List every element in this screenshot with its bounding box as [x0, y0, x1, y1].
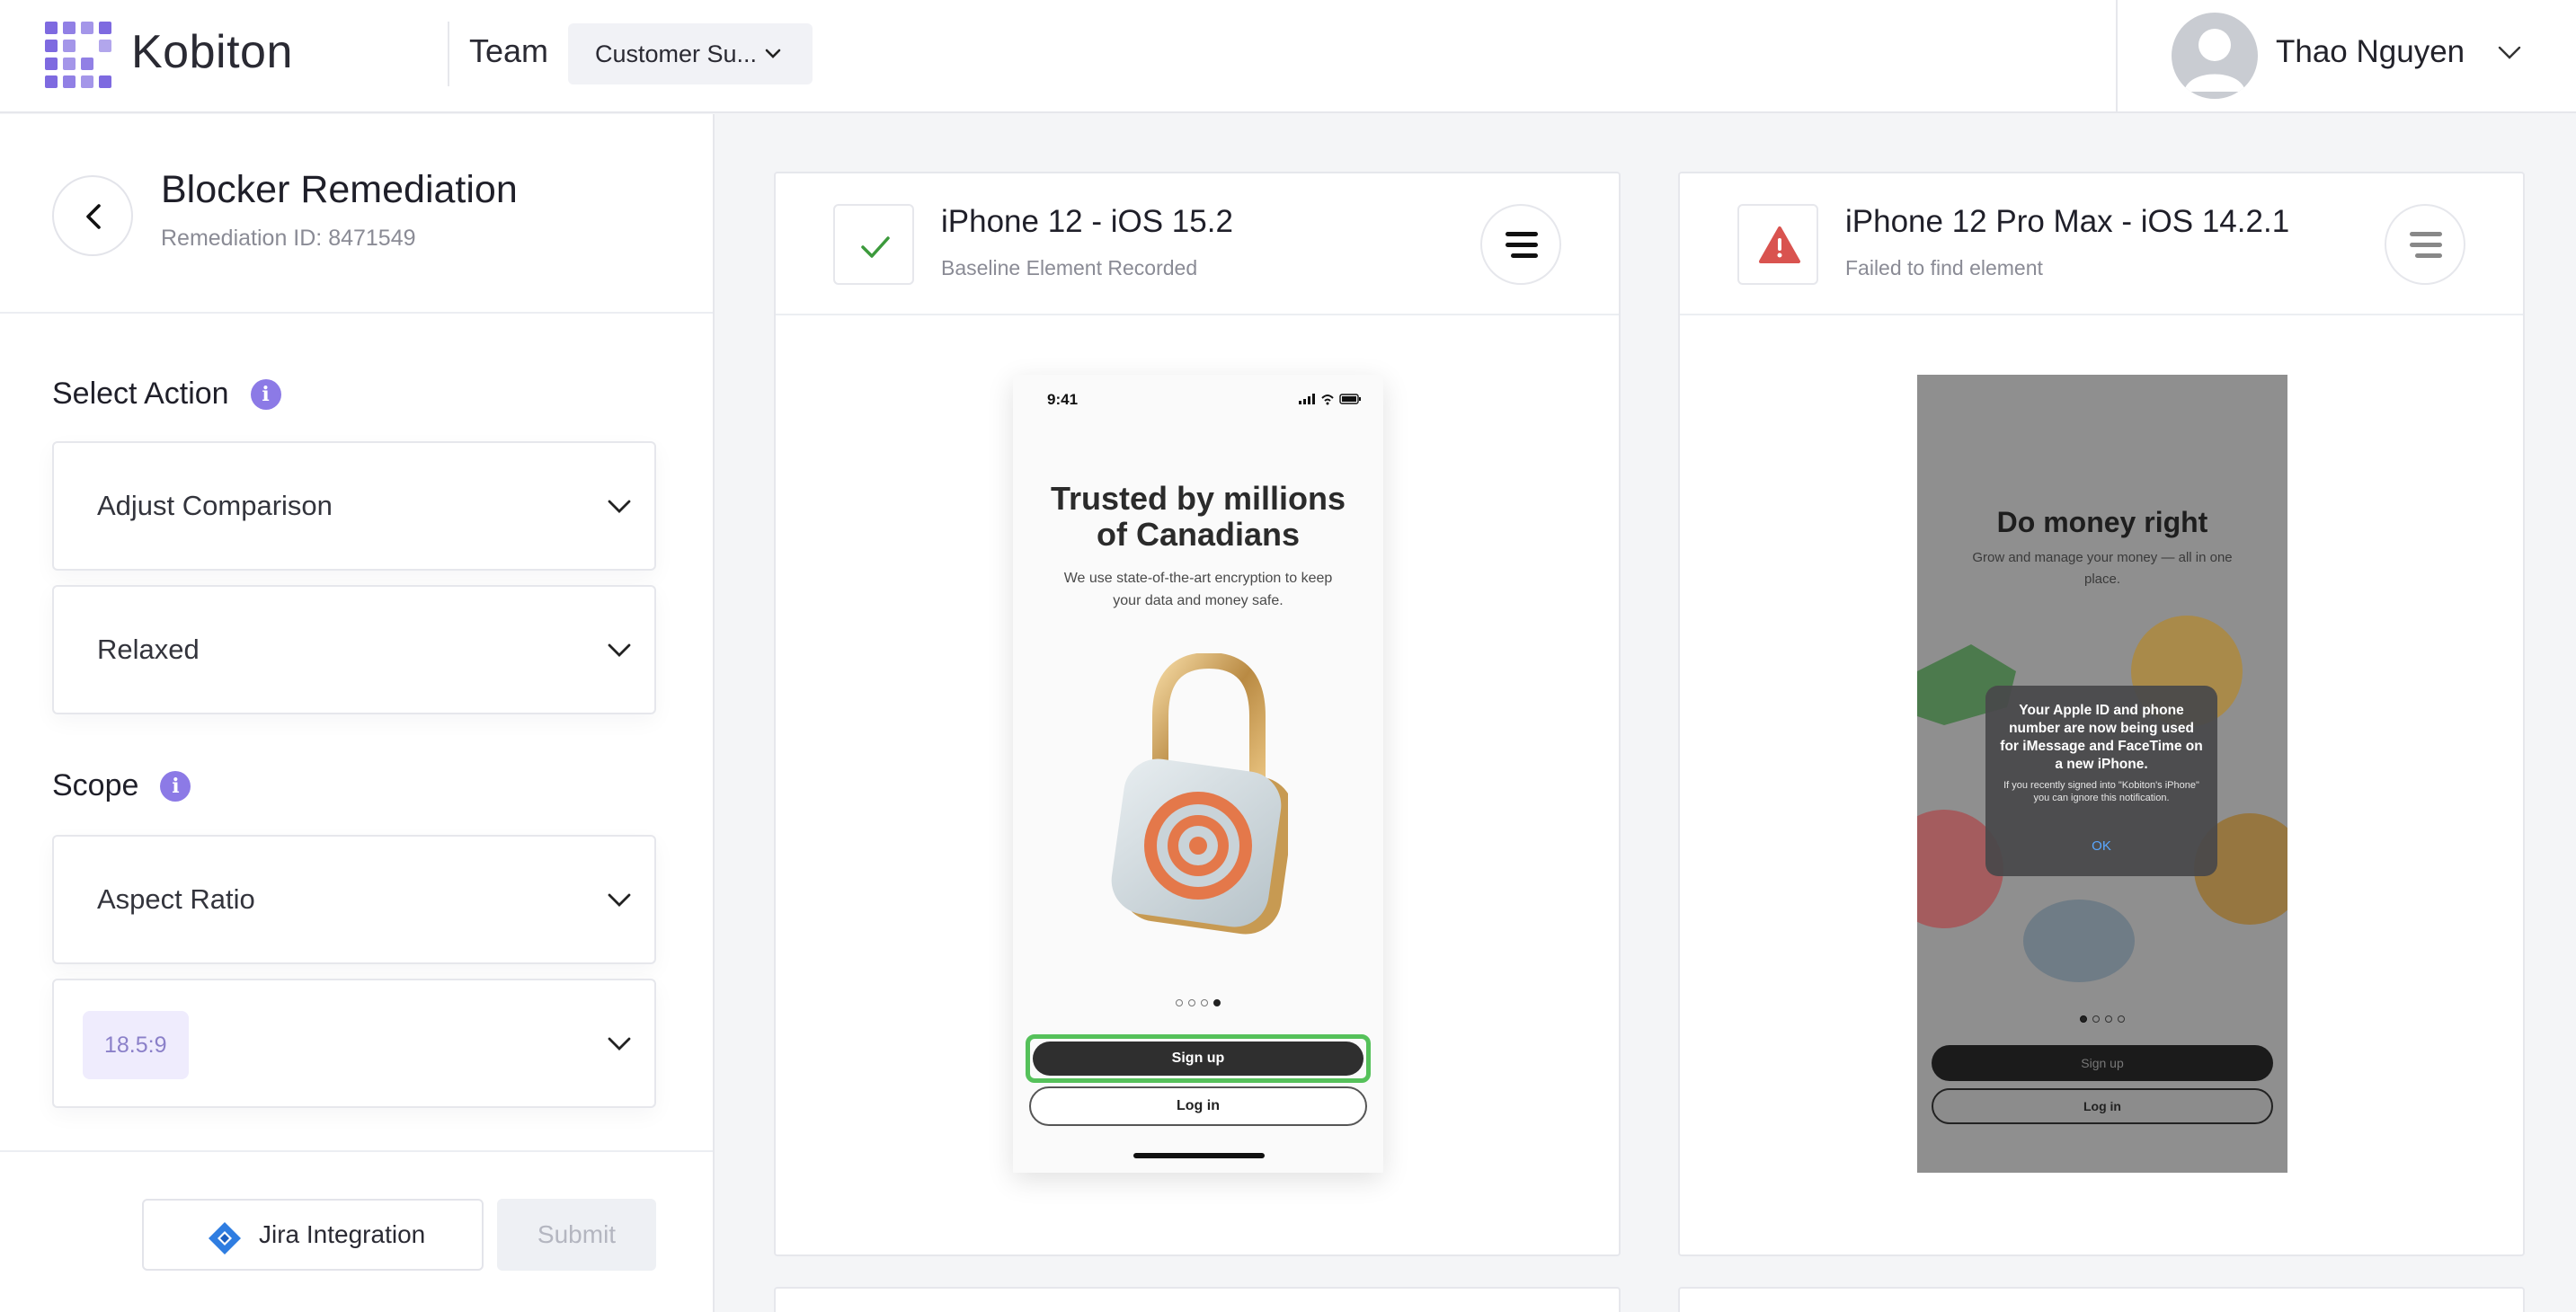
chevron-left-icon — [86, 204, 101, 229]
screen-login-button[interactable]: Log in — [1932, 1088, 2273, 1124]
alert-body: If you recently signed into "Kobiton's i… — [2003, 780, 2199, 803]
header-divider — [2116, 0, 2118, 113]
status-time: 9:41 — [1047, 391, 1079, 408]
menu-lines-icon — [1506, 232, 1538, 258]
card-menu-button[interactable] — [1480, 204, 1561, 285]
back-button[interactable] — [52, 175, 133, 256]
action-dropdown[interactable]: Adjust Comparison — [52, 441, 656, 571]
device-screenshot[interactable]: Do money right Grow and manage your mone… — [1917, 375, 2287, 1173]
jira-integration-button[interactable]: Jira Integration — [142, 1199, 484, 1271]
system-alert-dialog: Your Apple ID and phone number are now b… — [1985, 686, 2217, 876]
menu-lines-icon — [2410, 232, 2442, 258]
submit-button[interactable]: Submit — [497, 1199, 656, 1271]
chevron-down-icon — [608, 500, 631, 513]
device-subtitle: Baseline Element Recorded — [941, 256, 1198, 279]
jira-integration-label: Jira Integration — [259, 1220, 426, 1248]
screen-body-text: Grow and manage your money — all in one … — [1972, 550, 2233, 587]
scope-dropdown-value: Aspect Ratio — [97, 883, 255, 915]
top-header: Kobiton Team Customer Su... Thao Nguyen — [0, 0, 2576, 113]
page-indicator — [1013, 995, 1383, 1011]
card-menu-button[interactable] — [2385, 204, 2465, 285]
screen-signup-button[interactable]: Sign up — [1033, 1042, 1364, 1076]
sidebar: Blocker Remediation Remediation ID: 8471… — [0, 114, 715, 1312]
screen-body-text: We use state-of-the-art encryption to ke… — [1063, 571, 1333, 608]
padlock-illustration — [1111, 653, 1288, 935]
logo-text: Kobiton — [131, 26, 293, 78]
kobiton-logo-icon[interactable] — [45, 22, 111, 88]
screen-signup-button[interactable]: Sign up — [1932, 1045, 2273, 1081]
device-card-next — [1678, 1287, 2525, 1312]
device-card-next — [774, 1287, 1621, 1312]
chevron-down-icon — [765, 49, 781, 58]
card-header: iPhone 12 - iOS 15.2 Baseline Element Re… — [776, 173, 1619, 315]
team-label: Team — [469, 32, 549, 69]
remediation-id: Remediation ID: 8471549 — [161, 226, 416, 251]
home-indicator — [1133, 1153, 1265, 1158]
info-icon[interactable]: i — [160, 770, 191, 802]
avatar[interactable] — [2172, 13, 2258, 99]
screen-login-button[interactable]: Log in — [1029, 1086, 1367, 1126]
status-bar-icon — [1299, 394, 1361, 405]
team-select[interactable]: Customer Su... — [568, 23, 813, 84]
alert-title: Your Apple ID and phone number are now b… — [2000, 703, 2203, 772]
device-screenshot[interactable]: 9:41 Trusted by millions of Canadians We… — [1013, 375, 1383, 1173]
select-action-label: Select Action i — [52, 377, 281, 412]
action-dropdown-value: Adjust Comparison — [97, 490, 333, 521]
comparison-level-value: Relaxed — [97, 634, 200, 665]
device-title: iPhone 12 Pro Max - iOS 14.2.1 — [1845, 204, 2290, 239]
page-title: Blocker Remediation — [161, 168, 518, 211]
select-action-text: Select Action — [52, 377, 229, 411]
screen-headline: of Canadians — [1096, 516, 1301, 553]
chevron-down-icon — [608, 893, 631, 907]
divider — [0, 312, 713, 314]
comparison-level-dropdown[interactable]: Relaxed — [52, 585, 656, 714]
screen-headline: Trusted by millions — [1050, 480, 1346, 517]
jira-icon — [209, 1222, 241, 1254]
card-header: iPhone 12 Pro Max - iOS 14.2.1 Failed to… — [1680, 173, 2523, 315]
chevron-down-icon[interactable] — [2497, 43, 2522, 63]
status-badge — [833, 204, 914, 285]
aspect-ratio-chip[interactable]: 18.5:9 — [83, 1011, 189, 1079]
device-card-failed: iPhone 12 Pro Max - iOS 14.2.1 Failed to… — [1678, 172, 2525, 1256]
page-indicator — [1917, 1011, 2287, 1027]
team-select-value: Customer Su... — [595, 40, 758, 67]
device-card-baseline: iPhone 12 - iOS 15.2 Baseline Element Re… — [774, 172, 1621, 1256]
device-title: iPhone 12 - iOS 15.2 — [941, 204, 1233, 239]
sidebar-footer: Jira Integration Submit — [0, 1150, 713, 1312]
chevron-down-icon — [608, 643, 631, 657]
info-icon[interactable]: i — [250, 378, 281, 410]
status-badge — [1737, 204, 1818, 285]
scope-dropdown[interactable]: Aspect Ratio — [52, 835, 656, 964]
device-subtitle: Failed to find element — [1845, 256, 2043, 279]
user-avatar-icon — [2184, 29, 2245, 92]
scope-label: Scope i — [52, 768, 191, 803]
header-divider — [448, 22, 449, 86]
scope-text: Scope — [52, 768, 139, 802]
chevron-down-icon — [608, 1037, 631, 1050]
warning-icon — [1759, 226, 1800, 263]
alert-ok-button[interactable]: OK — [1985, 838, 2217, 854]
aspect-ratio-dropdown[interactable]: 18.5:9 — [52, 979, 656, 1108]
user-name[interactable]: Thao Nguyen — [2276, 34, 2465, 70]
screen-headline: Do money right — [1996, 506, 2208, 538]
checkmark-icon — [861, 236, 890, 258]
